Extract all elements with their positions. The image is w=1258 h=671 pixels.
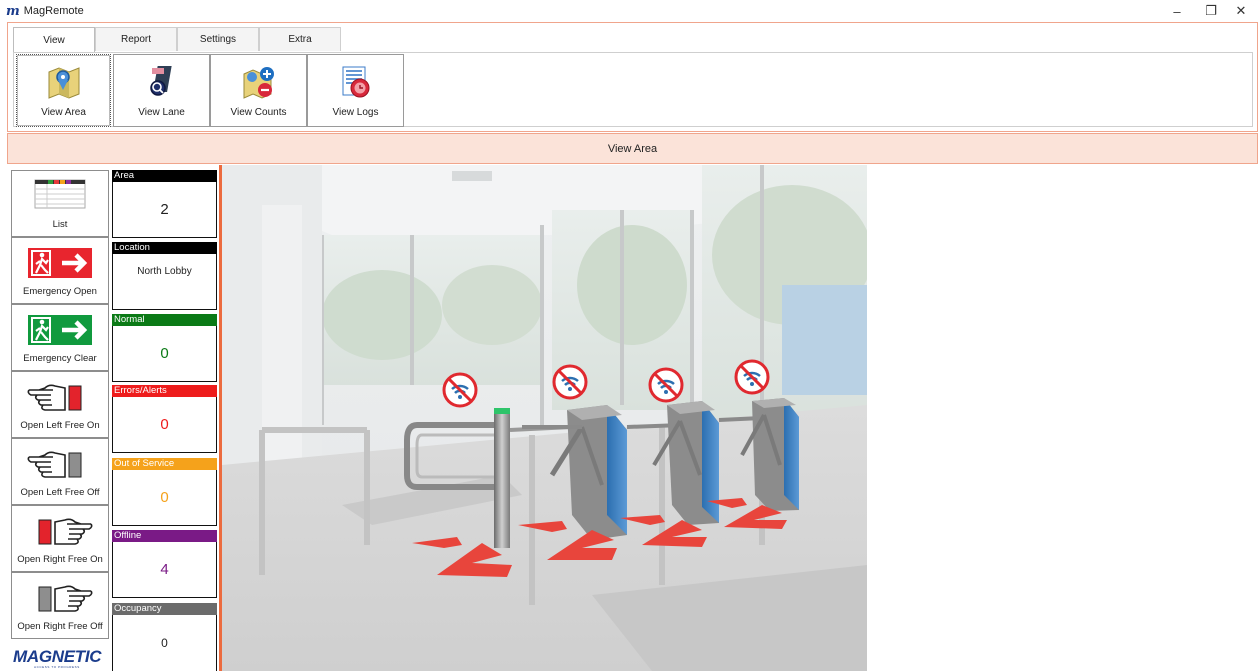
list-label: List [52, 219, 68, 230]
view-header: View Area [7, 133, 1258, 164]
hand-left-red-icon [27, 384, 82, 411]
area-header: Area [112, 170, 217, 182]
maximize-button[interactable]: ❐ [1194, 0, 1228, 22]
offline-badge-1 [442, 372, 478, 408]
lobby-scene [222, 165, 867, 671]
location-value: North Lobby [112, 254, 217, 310]
list-table-icon [34, 179, 86, 209]
view-lane-button[interactable]: View Lane [113, 54, 210, 127]
counts-plus-minus-icon [243, 67, 274, 99]
offline-badge-3 [648, 367, 684, 403]
brand-tagline: ACCESS TO PROGRESS [34, 665, 80, 669]
emergency-clear-button[interactable]: Emergency Clear [11, 304, 109, 371]
open-right-free-on-label: Open Right Free On [17, 554, 103, 565]
minimize-button[interactable]: – [1160, 0, 1194, 22]
lane-search-icon [149, 66, 172, 96]
emergency-exit-red-icon [28, 248, 92, 278]
hand-right-gray-icon [38, 585, 93, 612]
title-bar: m MagRemote – ❐ ✕ [0, 0, 1258, 22]
open-left-free-off-button[interactable]: Open Left Free Off [11, 438, 109, 505]
normal-header: Normal [112, 314, 217, 326]
errors-alerts-value: 0 [112, 397, 217, 453]
open-right-free-off-label: Open Right Free Off [17, 621, 103, 632]
view-logs-button[interactable]: View Logs [307, 54, 404, 127]
view-logs-label: View Logs [332, 107, 379, 118]
ribbon-tabs: View Report Settings Extra [13, 27, 341, 53]
emergency-open-label: Emergency Open [23, 286, 97, 297]
view-area-label: View Area [41, 107, 86, 118]
tab-extra[interactable]: Extra [259, 27, 341, 51]
list-button[interactable]: List [11, 170, 109, 237]
emergency-clear-label: Emergency Clear [23, 353, 97, 364]
view-lane-label: View Lane [138, 107, 185, 118]
normal-value: 0 [112, 326, 217, 382]
tab-settings[interactable]: Settings [177, 27, 259, 51]
location-header: Location [112, 242, 217, 254]
view-area-button[interactable]: View Area [16, 54, 111, 127]
open-left-free-on-button[interactable]: Open Left Free On [11, 371, 109, 438]
view-counts-button[interactable]: View Counts [210, 54, 307, 127]
out-of-service-value: 0 [112, 470, 217, 526]
ribbon: View Report Settings Extra View Area Vie… [7, 22, 1258, 132]
errors-alerts-header: Errors/Alerts [112, 385, 217, 397]
map-pin-icon [48, 67, 79, 99]
open-right-free-on-button[interactable]: Open Right Free On [11, 505, 109, 572]
offline-badge-2 [552, 364, 588, 400]
out-of-service-header: Out of Service [112, 458, 217, 470]
logs-clock-icon [342, 66, 369, 98]
offline-badge-4 [734, 359, 770, 395]
tab-report[interactable]: Report [95, 27, 177, 51]
offline-value: 4 [112, 542, 217, 598]
offline-header: Offline [112, 530, 217, 542]
hand-right-red-icon [38, 518, 93, 545]
area-value: 2 [112, 182, 217, 238]
view-counts-label: View Counts [230, 107, 287, 118]
ribbon-panel: View Area View Lane View Counts View Log… [13, 52, 1253, 127]
open-right-free-off-button[interactable]: Open Right Free Off [11, 572, 109, 639]
area-view-canvas [222, 165, 867, 671]
app-logo-icon: m [6, 3, 20, 19]
open-left-free-off-label: Open Left Free Off [20, 487, 100, 498]
open-left-free-on-label: Open Left Free On [20, 420, 100, 431]
hand-left-gray-icon [27, 451, 82, 478]
close-button[interactable]: ✕ [1224, 0, 1258, 22]
occupancy-value: 0 [112, 615, 217, 671]
status-column: Area 2 Location North Lobby Normal 0 Err… [112, 170, 217, 671]
tab-view[interactable]: View [13, 27, 95, 53]
magnetic-logo: MAGNETIC [13, 647, 102, 666]
window-title: MagRemote [23, 5, 84, 17]
occupancy-header: Occupancy [112, 603, 217, 615]
emergency-open-button[interactable]: Emergency Open [11, 237, 109, 304]
emergency-exit-green-icon [28, 315, 92, 345]
